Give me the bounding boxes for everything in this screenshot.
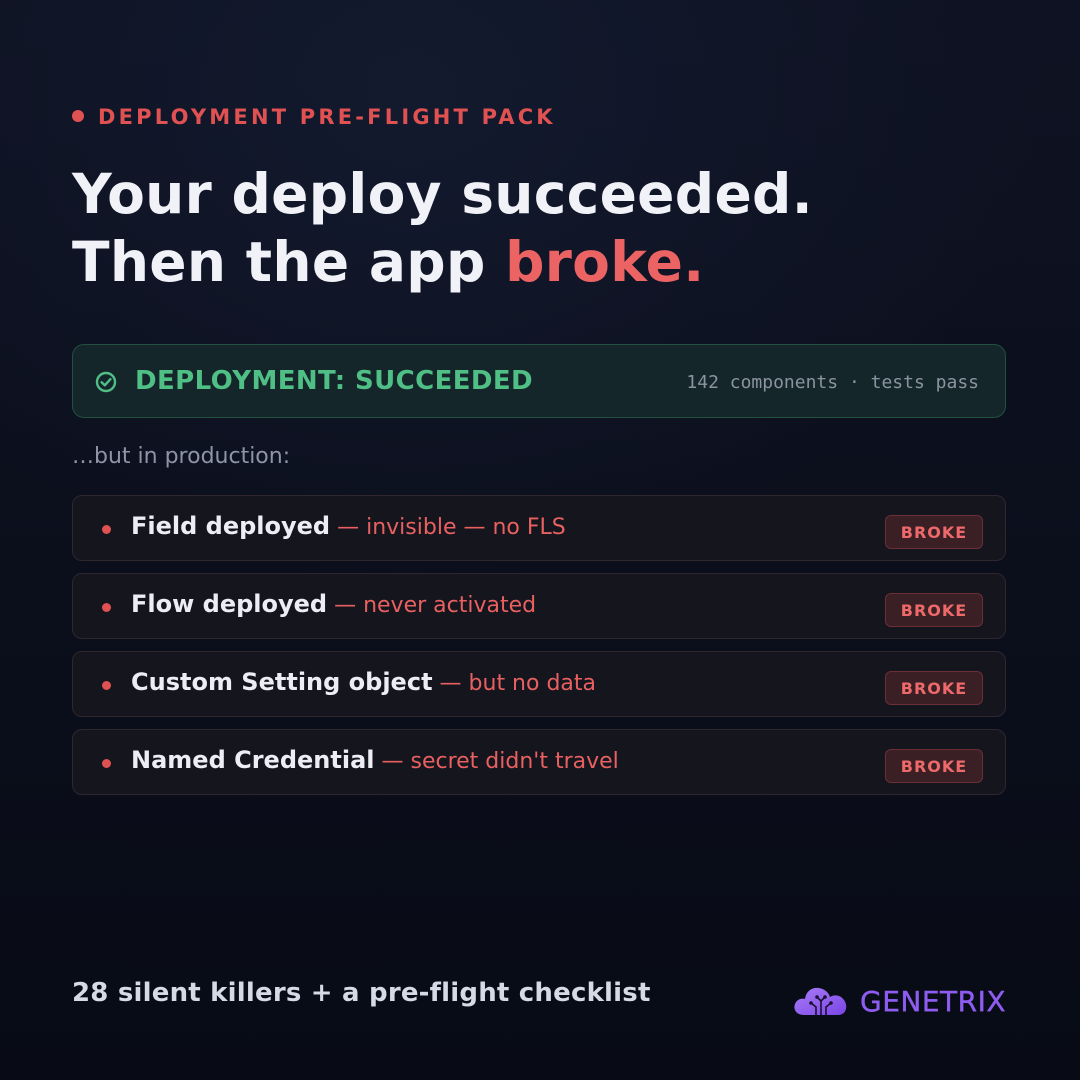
issue-text: Custom Setting object — but no data xyxy=(131,668,596,696)
headline-line-2-prefix: Then the app xyxy=(72,230,506,294)
issue-text: Flow deployed — never activated xyxy=(131,590,536,618)
headline-line-1: Your deploy succeeded. xyxy=(72,162,813,226)
issue-text: Field deployed — invisible — no FLS xyxy=(131,512,566,540)
deployment-status-title: DEPLOYMENT: SUCCEEDED xyxy=(135,366,534,396)
issue-row: Field deployed — invisible — no FLS BROK… xyxy=(72,495,1006,561)
eyebrow-dot-icon xyxy=(72,110,84,122)
broke-badge: BROKE xyxy=(885,749,983,783)
brand-logo: GENETRIX xyxy=(792,978,1006,1024)
issue-row: Custom Setting object — but no data BROK… xyxy=(72,651,1006,717)
deployment-status-meta: 142 components · tests pass xyxy=(686,372,979,393)
headline-line-2-accent: broke. xyxy=(505,230,705,294)
issue-detail: — but no data xyxy=(432,671,597,696)
eyebrow-label: DEPLOYMENT PRE-FLIGHT PACK xyxy=(98,105,556,129)
bullet-dot-icon xyxy=(102,525,111,534)
issue-name: Named Credential xyxy=(131,746,375,774)
issue-detail: — never activated xyxy=(327,593,537,618)
issue-detail: — invisible — no FLS xyxy=(330,515,566,540)
issue-name: Flow deployed xyxy=(131,590,328,618)
issue-name: Custom Setting object xyxy=(131,668,433,696)
check-circle-icon xyxy=(95,371,117,393)
cloud-circuit-icon xyxy=(794,987,847,1016)
deployment-status-banner: DEPLOYMENT: SUCCEEDED 142 components · t… xyxy=(72,344,1006,418)
issue-name: Field deployed xyxy=(131,512,331,540)
issue-row: Flow deployed — never activated BROKE xyxy=(72,573,1006,639)
broke-badge: BROKE xyxy=(885,671,983,705)
footer-tagline: 28 silent killers + a pre-flight checkli… xyxy=(72,978,651,1008)
production-subhead: …but in production: xyxy=(72,444,291,469)
eyebrow: DEPLOYMENT PRE-FLIGHT PACK xyxy=(72,104,556,130)
issue-text: Named Credential — secret didn't travel xyxy=(131,746,619,774)
broke-badge: BROKE xyxy=(885,515,983,549)
issue-list: Field deployed — invisible — no FLS BROK… xyxy=(72,495,1006,807)
broke-badge: BROKE xyxy=(885,593,983,627)
bullet-dot-icon xyxy=(102,681,111,690)
issue-detail: — secret didn't travel xyxy=(374,749,619,774)
brand-name: GENETRIX xyxy=(860,984,1007,1018)
headline: Your deploy succeeded. Then the app brok… xyxy=(72,160,813,296)
bullet-dot-icon xyxy=(102,603,111,612)
issue-row: Named Credential — secret didn't travel … xyxy=(72,729,1006,795)
bullet-dot-icon xyxy=(102,759,111,768)
